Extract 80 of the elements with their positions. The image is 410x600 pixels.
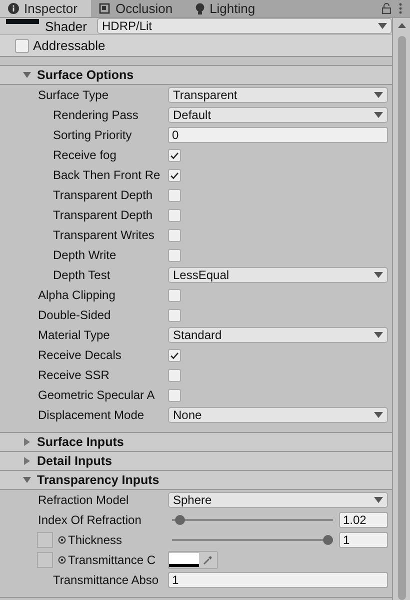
- scroll-up-icon[interactable]: [398, 23, 406, 28]
- property-label: Displacement Mode: [38, 408, 144, 422]
- eyedropper-button[interactable]: [199, 552, 217, 568]
- color-swatch[interactable]: [169, 553, 199, 567]
- property-label: Transparent Depth: [53, 188, 153, 202]
- checkbox[interactable]: [168, 208, 181, 222]
- target-icon[interactable]: [58, 556, 66, 564]
- checkbox[interactable]: [168, 388, 181, 402]
- number-field[interactable]: 0: [168, 127, 388, 143]
- number-field[interactable]: 1: [339, 532, 388, 548]
- caret-icon: [374, 92, 383, 98]
- caret-down-icon[interactable]: [23, 71, 31, 79]
- info-icon: [8, 3, 19, 14]
- property-label: Thickness: [68, 533, 122, 547]
- tab[interactable]: Lighting: [186, 0, 270, 17]
- dropdown[interactable]: None: [168, 407, 388, 423]
- caret-icon: [374, 112, 383, 118]
- caret-right-icon[interactable]: [23, 457, 31, 465]
- property-label: Depth Test: [53, 268, 110, 282]
- checkbox[interactable]: [168, 188, 181, 202]
- property-label: Material Type: [38, 328, 110, 342]
- lock-icon[interactable]: [382, 3, 391, 14]
- caret-icon: [378, 23, 387, 29]
- caret-icon: [374, 332, 383, 338]
- addressable-label: Addressable: [33, 38, 106, 53]
- shader-label: Shader: [45, 18, 88, 34]
- checkbox[interactable]: [168, 168, 181, 182]
- checkbox[interactable]: [168, 348, 181, 362]
- shader-dropdown[interactable]: HDRP/Lit: [97, 18, 392, 34]
- caret-right-icon[interactable]: [23, 438, 31, 446]
- property-label: Depth Write: [53, 248, 116, 262]
- property-label: Transparent Writes: [53, 228, 154, 242]
- property-label: Transparent Depth: [53, 208, 153, 222]
- checkbox[interactable]: [15, 38, 29, 52]
- checkbox[interactable]: [168, 308, 181, 322]
- checkbox[interactable]: [168, 228, 181, 242]
- slider-thumb[interactable]: [323, 535, 333, 545]
- number-field[interactable]: 1: [168, 572, 388, 588]
- property-label: Back Then Front Re: [53, 168, 160, 182]
- property-label: Index Of Refraction: [38, 513, 142, 527]
- section-header[interactable]: Surface Inputs: [0, 433, 392, 452]
- checkbox[interactable]: [168, 248, 181, 262]
- property-label: Transmittance Abso: [53, 573, 159, 587]
- tab[interactable]: Inspector: [0, 0, 92, 17]
- property-label: Sorting Priority: [53, 128, 132, 142]
- caret-down-icon[interactable]: [23, 476, 31, 484]
- caret-icon: [374, 412, 383, 418]
- checkbox[interactable]: [168, 288, 181, 302]
- dropdown[interactable]: Transparent: [168, 87, 388, 103]
- dropdown[interactable]: Sphere: [168, 492, 388, 508]
- target-icon[interactable]: [58, 536, 66, 544]
- property-label: Refraction Model: [38, 493, 129, 507]
- property-label: Double-Sided: [38, 308, 111, 322]
- dropdown[interactable]: Default: [168, 107, 388, 123]
- property-label: Receive SSR: [38, 368, 110, 382]
- section-header[interactable]: Detail Inputs: [0, 452, 392, 471]
- scrollbar[interactable]: [392, 18, 410, 600]
- dropdown[interactable]: LessEqual: [168, 267, 388, 283]
- property-label: Geometric Specular A: [38, 388, 155, 402]
- checkbox[interactable]: [168, 148, 181, 162]
- section-header[interactable]: Surface Options: [0, 66, 392, 85]
- property-label: Receive Decals: [38, 348, 122, 362]
- property-label: Surface Type: [38, 88, 108, 102]
- slider-thumb[interactable]: [175, 515, 186, 525]
- material-preview: [6, 19, 39, 24]
- light-bulb-icon: [194, 2, 205, 14]
- number-field[interactable]: 1.02: [339, 512, 388, 528]
- eyedropper-icon: [203, 555, 213, 565]
- dropdown[interactable]: Standard: [168, 327, 388, 343]
- caret-icon: [374, 272, 383, 278]
- checkbox[interactable]: [168, 368, 181, 382]
- caret-icon: [374, 497, 383, 503]
- more-options-icon[interactable]: [399, 3, 402, 14]
- property-label: Receive fog: [53, 148, 116, 162]
- property-label: Transmittance C: [68, 553, 156, 567]
- section-header[interactable]: Transparency Inputs: [0, 471, 392, 490]
- tab[interactable]: Occlusion: [91, 0, 187, 17]
- property-label: Rendering Pass: [53, 108, 138, 122]
- square-icon: [99, 3, 110, 14]
- property-label: Alpha Clipping: [38, 288, 116, 302]
